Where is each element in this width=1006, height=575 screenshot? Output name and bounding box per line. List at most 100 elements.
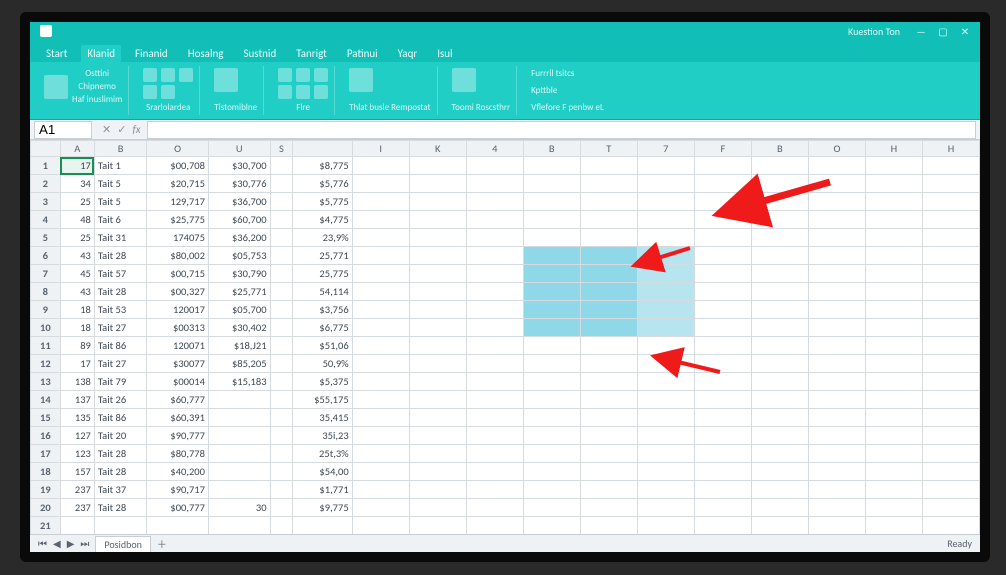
merge-icon[interactable]	[296, 85, 310, 99]
cell[interactable]	[637, 499, 694, 517]
cell[interactable]: Tait 86	[94, 337, 146, 355]
cell[interactable]: Tait 28	[94, 247, 146, 265]
cell[interactable]: $30077	[147, 355, 209, 373]
cell[interactable]	[637, 463, 694, 481]
cell[interactable]	[352, 301, 409, 319]
column-header[interactable]: B	[751, 141, 808, 157]
cell[interactable]: 174075	[147, 229, 209, 247]
cell[interactable]: $25,771	[208, 283, 270, 301]
cell[interactable]	[523, 517, 580, 535]
row-header[interactable]: 11	[31, 337, 61, 355]
cell[interactable]	[637, 481, 694, 499]
cell[interactable]: 157	[60, 463, 94, 481]
cell[interactable]	[808, 211, 865, 229]
fx-icon[interactable]: fx	[132, 123, 140, 136]
cell[interactable]	[865, 175, 922, 193]
cell[interactable]	[352, 175, 409, 193]
cell[interactable]: 137	[60, 391, 94, 409]
cell[interactable]	[922, 463, 979, 481]
cell[interactable]	[523, 409, 580, 427]
cell[interactable]	[808, 499, 865, 517]
cell[interactable]	[580, 229, 637, 247]
cell[interactable]: Tait 20	[94, 427, 146, 445]
cell[interactable]: 25t,3%	[293, 445, 352, 463]
cell[interactable]: $00014	[147, 373, 209, 391]
cell[interactable]	[580, 175, 637, 193]
cell[interactable]: $30,700	[208, 157, 270, 175]
cell[interactable]	[293, 517, 352, 535]
tab-patinui[interactable]: Patinui	[341, 45, 384, 62]
cell[interactable]	[270, 517, 293, 535]
cell[interactable]	[208, 391, 270, 409]
cell[interactable]: 25,775	[293, 265, 352, 283]
cell[interactable]	[694, 391, 751, 409]
cell[interactable]	[466, 445, 523, 463]
column-header[interactable]: I	[352, 141, 409, 157]
indent-icon[interactable]	[314, 85, 328, 99]
cell[interactable]: 25	[60, 229, 94, 247]
align-icon[interactable]	[214, 68, 238, 92]
cell[interactable]: $00,715	[147, 265, 209, 283]
cell[interactable]	[580, 319, 637, 337]
row-header[interactable]: 10	[31, 319, 61, 337]
cell[interactable]	[865, 157, 922, 175]
cell[interactable]	[694, 481, 751, 499]
column-header[interactable]: K	[409, 141, 466, 157]
sheet-nav-last-icon[interactable]: ⏭	[80, 537, 89, 550]
cell[interactable]	[523, 247, 580, 265]
cell[interactable]	[922, 211, 979, 229]
cell[interactable]	[580, 211, 637, 229]
cell[interactable]	[60, 517, 94, 535]
cell[interactable]: 35,415	[293, 409, 352, 427]
cell[interactable]: $60,700	[208, 211, 270, 229]
cell[interactable]	[352, 319, 409, 337]
formula-input[interactable]	[147, 121, 976, 139]
cell[interactable]: Tait 27	[94, 319, 146, 337]
cell[interactable]: $5,775	[293, 193, 352, 211]
cell[interactable]	[466, 247, 523, 265]
cell[interactable]	[523, 211, 580, 229]
cell[interactable]	[409, 301, 466, 319]
cell[interactable]	[922, 499, 979, 517]
cell[interactable]	[865, 499, 922, 517]
cell[interactable]	[580, 193, 637, 211]
cell[interactable]	[466, 463, 523, 481]
row-header[interactable]: 1	[31, 157, 61, 175]
cell[interactable]	[808, 481, 865, 499]
cell[interactable]	[865, 247, 922, 265]
cell[interactable]	[270, 211, 293, 229]
cell[interactable]	[523, 481, 580, 499]
cell[interactable]: $30,790	[208, 265, 270, 283]
cell[interactable]	[865, 265, 922, 283]
formula-cancel-icon[interactable]: ✕	[102, 123, 111, 136]
sheet-nav-prev-icon[interactable]: ◀	[53, 537, 61, 550]
cell[interactable]: 135	[60, 409, 94, 427]
cell[interactable]: 30	[208, 499, 270, 517]
cell[interactable]	[865, 427, 922, 445]
cell[interactable]	[523, 337, 580, 355]
row-header[interactable]: 2	[31, 175, 61, 193]
cell[interactable]: 123	[60, 445, 94, 463]
cell[interactable]	[352, 283, 409, 301]
cell[interactable]	[409, 445, 466, 463]
cell[interactable]	[694, 409, 751, 427]
cell[interactable]	[751, 517, 808, 535]
cell[interactable]	[580, 391, 637, 409]
cell[interactable]: 18	[60, 319, 94, 337]
cell[interactable]: $40,200	[147, 463, 209, 481]
cell[interactable]: $36,700	[208, 193, 270, 211]
cell[interactable]	[523, 427, 580, 445]
cell[interactable]	[580, 283, 637, 301]
cell[interactable]	[751, 499, 808, 517]
cell[interactable]	[466, 319, 523, 337]
cell[interactable]	[580, 265, 637, 283]
cell[interactable]	[922, 337, 979, 355]
cell[interactable]: $1,771	[293, 481, 352, 499]
cell[interactable]: 18	[60, 301, 94, 319]
cell[interactable]	[466, 229, 523, 247]
cell[interactable]	[580, 463, 637, 481]
cell[interactable]: $36,200	[208, 229, 270, 247]
cell[interactable]	[865, 355, 922, 373]
cell[interactable]	[270, 337, 293, 355]
cell[interactable]	[409, 211, 466, 229]
